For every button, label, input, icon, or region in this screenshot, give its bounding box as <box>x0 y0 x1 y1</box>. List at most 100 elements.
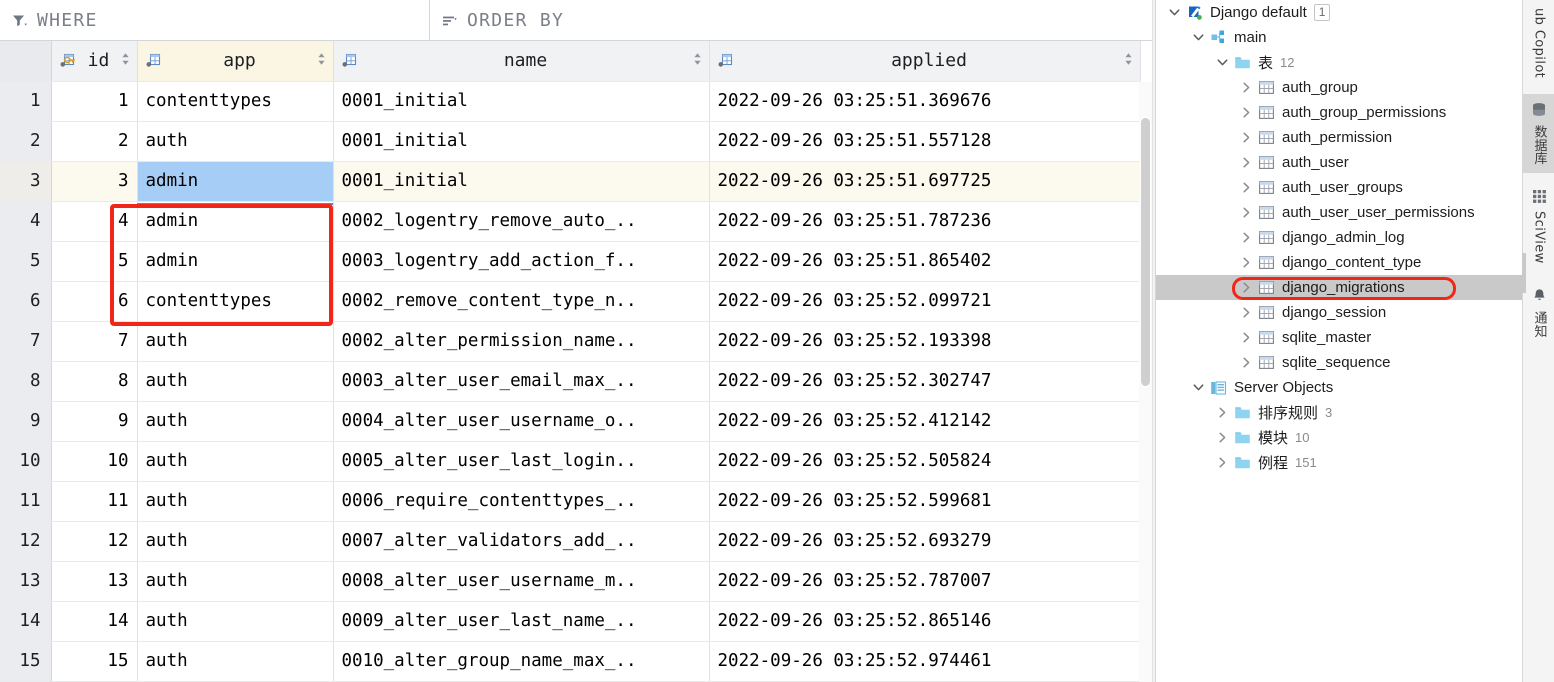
chevron-right-icon[interactable] <box>1214 450 1231 475</box>
table-row[interactable]: 5 5 admin 0003_logentry_add_action_f.. 2022-… <box>0 241 1141 282</box>
order-by-field[interactable]: ORDER BY <box>430 0 1155 40</box>
chevron-right-icon[interactable] <box>1214 400 1231 425</box>
sort-toggle-icon[interactable] <box>693 50 702 71</box>
cell-id[interactable]: 15 <box>51 641 138 682</box>
cell-applied[interactable]: 2022-09-26 03:25:52.099721 <box>709 281 1141 322</box>
tree-node-auth_group[interactable]: auth_group <box>1156 75 1522 100</box>
cell-name[interactable]: 0001_initial <box>333 161 710 202</box>
tool-window-button-ub-copilot[interactable]: ub Copilot <box>1523 0 1554 86</box>
chevron-right-icon[interactable] <box>1238 175 1255 200</box>
cell-name[interactable]: 0001_initial <box>333 121 710 162</box>
cell-id[interactable]: 1 <box>51 81 138 122</box>
cell-id[interactable]: 8 <box>51 361 138 402</box>
cell-applied[interactable]: 2022-09-26 03:25:52.865146 <box>709 601 1141 642</box>
cell-applied[interactable]: 2022-09-26 03:25:52.193398 <box>709 321 1141 362</box>
cell-name[interactable]: 0005_alter_user_last_login.. <box>333 441 710 482</box>
chevron-right-icon[interactable] <box>1238 225 1255 250</box>
table-row[interactable]: 12 12 auth 0007_alter_validators_add_.. 2022… <box>0 521 1141 562</box>
cell-applied[interactable]: 2022-09-26 03:25:52.599681 <box>709 481 1141 522</box>
cell-app[interactable]: auth <box>137 601 334 642</box>
chevron-right-icon[interactable] <box>1238 325 1255 350</box>
cell-name[interactable]: 0010_alter_group_name_max_.. <box>333 641 710 682</box>
cell-id[interactable]: 2 <box>51 121 138 162</box>
cell-id[interactable]: 9 <box>51 401 138 442</box>
chevron-right-icon[interactable] <box>1238 150 1255 175</box>
cell-app[interactable]: contenttypes <box>137 281 334 322</box>
cell-applied[interactable]: 2022-09-26 03:25:51.369676 <box>709 81 1141 122</box>
cell-app[interactable]: admin <box>137 161 334 202</box>
tree-node-django-default[interactable]: Django default 1 <box>1156 0 1522 25</box>
cell-name[interactable]: 0001_initial <box>333 81 710 122</box>
cell-app[interactable]: auth <box>137 361 334 402</box>
tree-node-django_session[interactable]: django_session <box>1156 300 1522 325</box>
tree-node-auth_permission[interactable]: auth_permission <box>1156 125 1522 150</box>
cell-name[interactable]: 0002_alter_permission_name.. <box>333 321 710 362</box>
cell-name[interactable]: 0007_alter_validators_add_.. <box>333 521 710 562</box>
cell-name[interactable]: 0003_logentry_add_action_f.. <box>333 241 710 282</box>
cell-app[interactable]: auth <box>137 521 334 562</box>
filter-icon[interactable] <box>11 12 28 29</box>
cell-app[interactable]: admin <box>137 241 334 282</box>
cell-name[interactable]: 0003_alter_user_email_max_.. <box>333 361 710 402</box>
cell-app[interactable]: admin <box>137 201 334 242</box>
column-header-app[interactable]: app <box>137 41 334 82</box>
cell-app[interactable]: contenttypes <box>137 81 334 122</box>
cell-applied[interactable]: 2022-09-26 03:25:51.865402 <box>709 241 1141 282</box>
cell-id[interactable]: 5 <box>51 241 138 282</box>
tree-node--[interactable]: 例程 151 <box>1156 450 1522 475</box>
table-row[interactable]: 13 13 auth 0008_alter_user_username_m.. 2022… <box>0 561 1141 602</box>
table-row[interactable]: 7 7 auth 0002_alter_permission_name.. 2022-0… <box>0 321 1141 362</box>
tree-node-main[interactable]: main <box>1156 25 1522 50</box>
cell-applied[interactable]: 2022-09-26 03:25:52.505824 <box>709 441 1141 482</box>
cell-applied[interactable]: 2022-09-26 03:25:52.693279 <box>709 521 1141 562</box>
tree-node-sqlite_master[interactable]: sqlite_master <box>1156 325 1522 350</box>
table-row[interactable]: 2 2 auth 0001_initial 2022-09-26 03:25:51.55… <box>0 121 1141 162</box>
cell-name[interactable]: 0002_remove_content_type_n.. <box>333 281 710 322</box>
table-row[interactable]: 3 3 admin 0001_initial 2022-09-26 03:25:51.6… <box>0 161 1141 202</box>
tree-node-auth_group_permissions[interactable]: auth_group_permissions <box>1156 100 1522 125</box>
cell-applied[interactable]: 2022-09-26 03:25:51.557128 <box>709 121 1141 162</box>
cell-applied[interactable]: 2022-09-26 03:25:52.412142 <box>709 401 1141 442</box>
cell-app[interactable]: auth <box>137 121 334 162</box>
cell-id[interactable]: 6 <box>51 281 138 322</box>
cell-name[interactable]: 0008_alter_user_username_m.. <box>333 561 710 602</box>
tree-node--[interactable]: 排序规则 3 <box>1156 400 1522 425</box>
cell-name[interactable]: 0002_logentry_remove_auto_.. <box>333 201 710 242</box>
chevron-right-icon[interactable] <box>1238 200 1255 225</box>
tree-node-django_content_type[interactable]: django_content_type <box>1156 250 1522 275</box>
tree-node-auth_user_user_permissions[interactable]: auth_user_user_permissions <box>1156 200 1522 225</box>
column-header-applied[interactable]: applied <box>709 41 1141 82</box>
tool-window-button-sciview[interactable]: SciView <box>1523 181 1554 272</box>
cell-app[interactable]: auth <box>137 641 334 682</box>
chevron-right-icon[interactable] <box>1238 125 1255 150</box>
chevron-down-icon[interactable] <box>1214 50 1231 75</box>
chevron-down-icon[interactable] <box>1190 375 1207 400</box>
chevron-right-icon[interactable] <box>1238 250 1255 275</box>
tree-node--[interactable]: 模块 10 <box>1156 425 1522 450</box>
tool-window-button--[interactable]: 数据库 <box>1523 94 1554 174</box>
table-row[interactable]: 1 1 contenttypes 0001_initial 2022-09-26 03:… <box>0 81 1141 122</box>
chevron-down-icon[interactable] <box>1190 25 1207 50</box>
cell-name[interactable]: 0009_alter_user_last_name_.. <box>333 601 710 642</box>
tree-node-django_migrations[interactable]: django_migrations <box>1156 275 1522 300</box>
cell-app[interactable]: auth <box>137 481 334 522</box>
tool-window-button--[interactable]: 通知 <box>1523 280 1554 346</box>
cell-app[interactable]: auth <box>137 441 334 482</box>
cell-name[interactable]: 0004_alter_user_username_o.. <box>333 401 710 442</box>
table-row[interactable]: 10 10 auth 0005_alter_user_last_login.. 2022… <box>0 441 1141 482</box>
chevron-down-icon[interactable] <box>1166 0 1183 25</box>
table-row[interactable]: 4 4 admin 0002_logentry_remove_auto_.. 2022-… <box>0 201 1141 242</box>
cell-app[interactable]: auth <box>137 401 334 442</box>
sort-toggle-icon[interactable] <box>1124 50 1133 71</box>
chevron-right-icon[interactable] <box>1238 300 1255 325</box>
grid-scroll-area[interactable]: id app name applied 1 1 contenttypes 0001_init… <box>0 41 1155 682</box>
tree-node-server-objects[interactable]: Server Objects <box>1156 375 1522 400</box>
cell-name[interactable]: 0006_require_contenttypes_.. <box>333 481 710 522</box>
table-row[interactable]: 14 14 auth 0009_alter_user_last_name_.. 2022… <box>0 601 1141 642</box>
cell-id[interactable]: 4 <box>51 201 138 242</box>
cell-applied[interactable]: 2022-09-26 03:25:51.787236 <box>709 201 1141 242</box>
column-header-id[interactable]: id <box>51 41 138 82</box>
chevron-right-icon[interactable] <box>1238 275 1255 300</box>
tree-node-sqlite_sequence[interactable]: sqlite_sequence <box>1156 350 1522 375</box>
cell-applied[interactable]: 2022-09-26 03:25:52.787007 <box>709 561 1141 602</box>
